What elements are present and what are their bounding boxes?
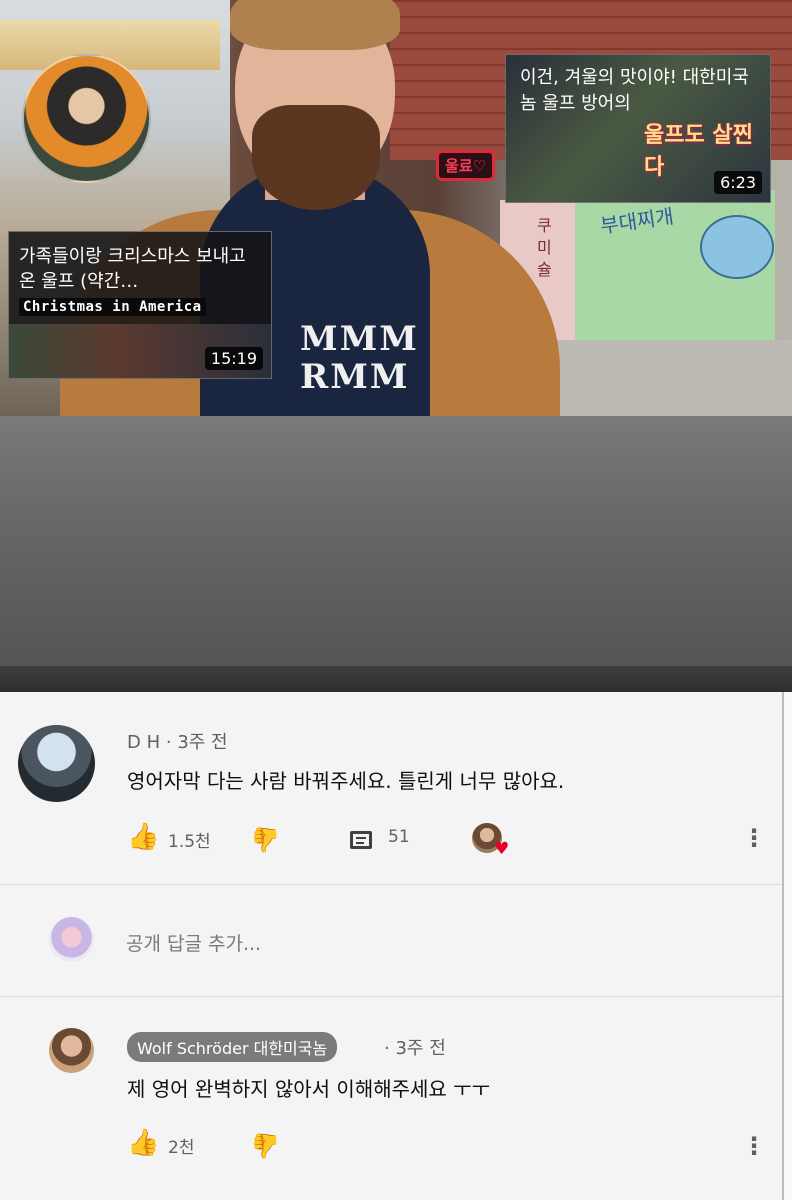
background-street	[540, 340, 792, 416]
wall-crab-mural	[700, 215, 774, 279]
channel-thumbnail-circle[interactable]	[22, 54, 151, 183]
reply-text: 제 영어 완벽하지 않아서 이해해주세요 ㅜㅜ	[127, 1077, 490, 1101]
more-vert-icon[interactable]: · · ·	[749, 819, 759, 857]
reply-time[interactable]: 3주 전	[395, 1038, 445, 1059]
avatar[interactable]	[18, 725, 95, 802]
card-left-tag: Christmas in America	[19, 298, 206, 316]
comment-author[interactable]: D H	[127, 732, 160, 753]
divider	[0, 996, 782, 997]
current-user-avatar	[49, 917, 94, 962]
thumb-down-icon[interactable]: 👍	[251, 1132, 281, 1160]
reply-count: 51	[388, 827, 410, 847]
comment-text: 영어자막 다는 사람 바꿔주세요. 틀린게 너무 많아요.	[127, 769, 565, 793]
scrollbar[interactable]	[782, 692, 792, 1200]
card-left-duration: 15:19	[204, 347, 263, 370]
person-hair	[230, 0, 400, 50]
reply-meta: · 3주 전	[384, 1034, 446, 1060]
thumb-down-icon[interactable]: 👍	[251, 826, 281, 854]
thumb-up-icon[interactable]: 👍	[127, 824, 159, 850]
person-beard	[252, 105, 380, 210]
video-frame[interactable]: 부대찌개 쿠미슐 울료♡ MMM RMM 가족들이랑 크리스마스 보내고 온 울…	[0, 0, 792, 416]
meta-separator: ·	[384, 1038, 390, 1059]
more-vert-icon[interactable]: · · ·	[749, 1127, 759, 1165]
card-left-title: 가족들이랑 크리스마스 보내고 온 울프 (약간…	[19, 246, 246, 292]
end-screen-video-card-right[interactable]: 이건, 겨울의 맛이야! 대한미국놈 울프 방어의 울프도 살찐다 6:23	[505, 54, 771, 203]
card-right-title: 이건, 겨울의 맛이야! 대한미국놈 울프 방어의	[520, 67, 749, 114]
player-background	[0, 416, 792, 666]
comment-icon[interactable]	[350, 831, 372, 849]
shirt-print: MMM RMM	[300, 319, 419, 397]
comment-time[interactable]: 3주 전	[177, 732, 227, 753]
avatar[interactable]	[49, 1028, 94, 1073]
player-bottom-bar	[0, 666, 792, 692]
thumb-up-icon[interactable]: 👍	[127, 1130, 159, 1156]
heart-icon: ♥	[494, 839, 510, 859]
add-reply-input[interactable]: 공개 답글 추가...	[126, 929, 261, 956]
card-right-duration: 6:23	[714, 171, 762, 194]
meta-separator: ·	[165, 732, 172, 753]
like-count: 1.5천	[168, 832, 211, 852]
comment-meta: D H · 3주 전	[127, 728, 228, 754]
creator-author-badge[interactable]: Wolf Schröder 대한미국놈	[127, 1032, 338, 1062]
like-count: 2천	[168, 1138, 195, 1158]
end-screen-video-card-left[interactable]: 가족들이랑 크리스마스 보내고 온 울프 (약간… Christmas in A…	[8, 231, 272, 379]
divider	[0, 884, 782, 885]
